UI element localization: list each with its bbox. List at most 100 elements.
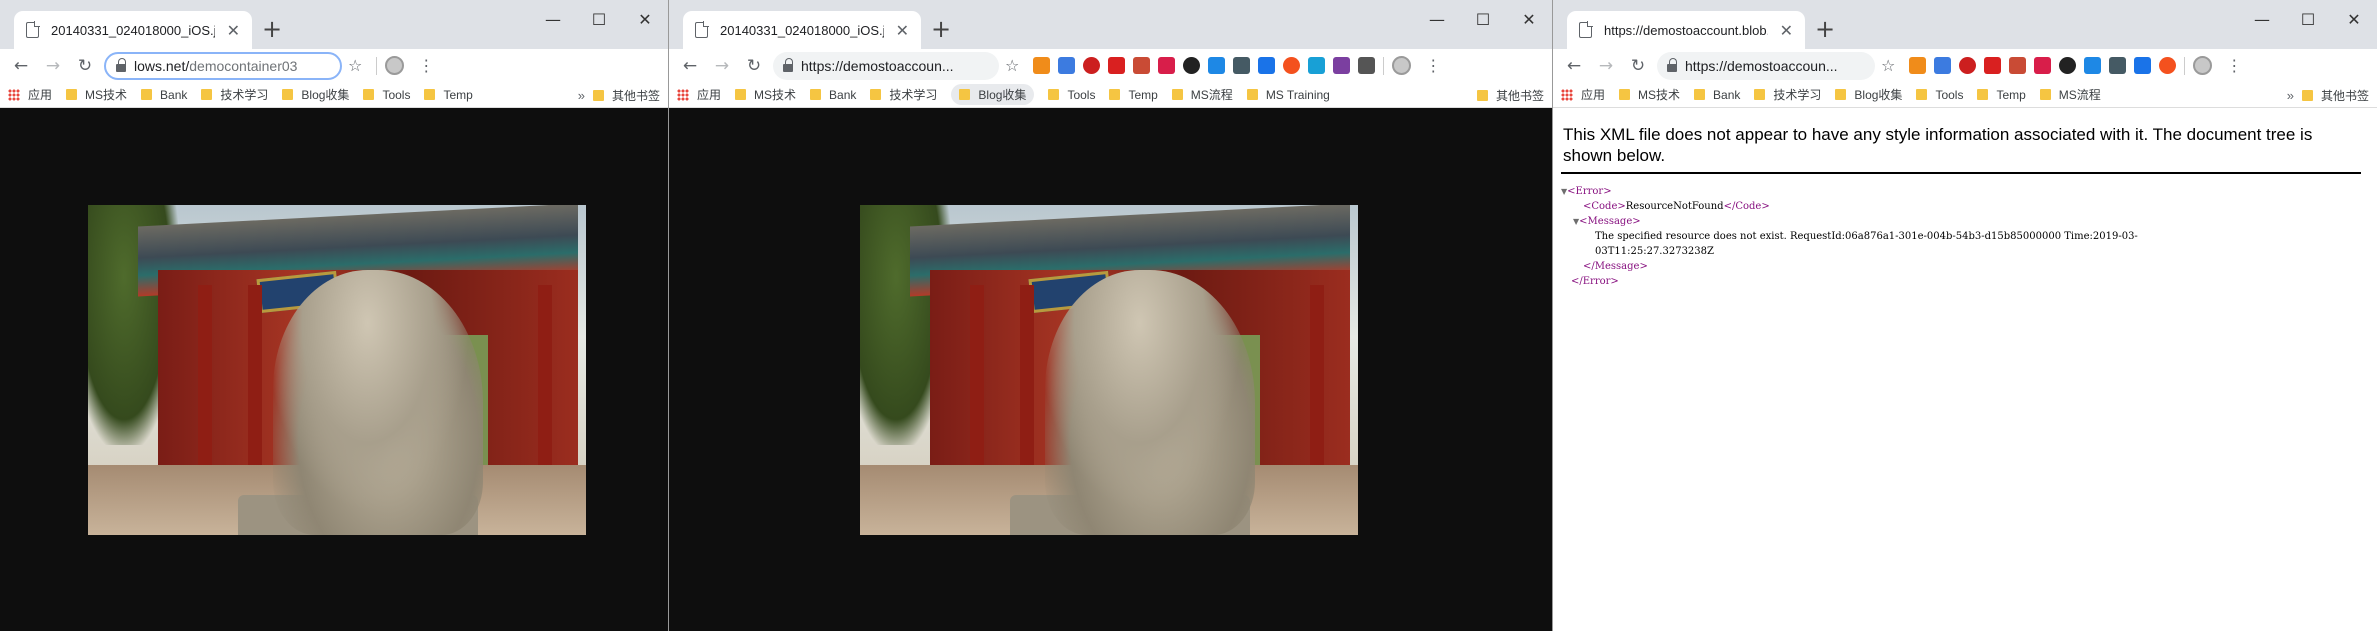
bookmark-folder[interactable]: Bank	[141, 88, 187, 102]
address-bar[interactable]: lows.net/democontainer03	[104, 51, 342, 80]
menu-icon[interactable]: ⋮	[418, 56, 434, 75]
bookmark-folder[interactable]: Tools	[1048, 88, 1095, 102]
extension-icon[interactable]	[1308, 57, 1326, 74]
bookmark-folder-hover[interactable]: Blog收集	[951, 84, 1035, 105]
close-window-button[interactable]: ✕	[2331, 0, 2377, 38]
minimize-button[interactable]: —	[530, 0, 576, 38]
more-bookmarks-button[interactable]: »	[2287, 88, 2294, 103]
extension-icon[interactable]	[2159, 57, 2177, 74]
bookmark-folder[interactable]: Bank	[1694, 88, 1740, 102]
bookmark-other[interactable]: 其他书签	[1476, 87, 1544, 104]
xml-line-message-text-cont: 03T11:25:27.3273238Z	[1595, 246, 1714, 257]
extension-icon[interactable]	[1083, 57, 1101, 74]
bookmark-folder[interactable]: Temp	[1109, 88, 1158, 102]
xml-document: This XML file does not appear to have an…	[1553, 108, 2377, 631]
tab-close-icon[interactable]: ✕	[227, 21, 240, 40]
bookmark-folder[interactable]: MS技术	[1619, 86, 1680, 103]
address-bar[interactable]: https://demostoaccoun...	[1657, 51, 1875, 80]
maximize-button[interactable]: ☐	[1460, 0, 1506, 38]
xml-line-error-open[interactable]: ▼<Error>	[1561, 184, 2369, 199]
bookmark-other[interactable]: 其他书签	[2301, 87, 2369, 104]
forward-button[interactable]: →	[40, 56, 66, 76]
extension-icon[interactable]	[1108, 57, 1126, 74]
extension-icon[interactable]	[1233, 57, 1251, 74]
new-tab-button[interactable]: +	[1815, 14, 1835, 44]
address-bar[interactable]: https://demostoaccoun...	[773, 51, 999, 80]
new-tab-button[interactable]: +	[262, 14, 282, 44]
bookmark-folder[interactable]: Blog收集	[282, 86, 349, 103]
minimize-button[interactable]: —	[1414, 0, 1460, 38]
close-window-button[interactable]: ✕	[1506, 0, 1552, 38]
extension-icon[interactable]	[2134, 57, 2152, 74]
reload-button[interactable]: ↻	[1625, 56, 1651, 76]
menu-icon[interactable]: ⋮	[1425, 56, 1441, 75]
bookmark-folder[interactable]: 技术学习	[870, 86, 937, 103]
bookmark-folder[interactable]: Blog收集	[1835, 86, 1902, 103]
bookmark-folder[interactable]: 技术学习	[201, 86, 268, 103]
bookmark-folder[interactable]: MS流程	[1171, 86, 1233, 103]
tab-close-icon[interactable]: ✕	[896, 21, 909, 40]
bookmark-apps[interactable]: 应用	[1561, 86, 1605, 103]
bookmark-folder[interactable]: Temp	[1977, 88, 2026, 102]
forward-button[interactable]: →	[709, 56, 735, 76]
tab-image[interactable]: 20140331_024018000_iOS.jpg (5 ✕	[14, 11, 252, 49]
back-button[interactable]: ←	[1561, 56, 1587, 76]
bookmark-folder[interactable]: Tools	[1916, 88, 1963, 102]
extension-icon[interactable]	[1959, 57, 1977, 74]
profile-avatar[interactable]	[2193, 56, 2213, 75]
reload-button[interactable]: ↻	[72, 56, 98, 76]
extension-icon[interactable]	[1033, 57, 1051, 74]
extension-icon[interactable]	[1333, 57, 1351, 74]
bookmark-folder[interactable]: Bank	[810, 88, 856, 102]
tab-xml[interactable]: https://demostoaccount.blob.co ✕	[1567, 11, 1805, 49]
bookmark-folder[interactable]: MS流程	[2039, 86, 2101, 103]
extension-icon[interactable]	[1934, 57, 1952, 74]
bookmark-star-icon[interactable]: ☆	[1881, 56, 1895, 75]
more-bookmarks-button[interactable]: »	[578, 88, 585, 103]
menu-icon[interactable]: ⋮	[2226, 56, 2242, 75]
lock-icon	[1667, 57, 1677, 72]
extension-icon[interactable]	[2109, 57, 2127, 74]
extension-icon[interactable]	[1984, 57, 2002, 74]
new-tab-button[interactable]: +	[931, 14, 951, 44]
bookmark-apps[interactable]: 应用	[8, 86, 52, 103]
forward-button[interactable]: →	[1593, 56, 1619, 76]
extension-icon[interactable]	[1133, 57, 1151, 74]
bookmark-folder[interactable]: MS Training	[1246, 88, 1330, 102]
profile-avatar[interactable]	[1392, 56, 1412, 75]
extension-icon[interactable]	[1283, 57, 1301, 74]
xml-tree: ▼<Error> <Code>ResourceNotFound</Code> ▼…	[1561, 184, 2369, 289]
back-button[interactable]: ←	[8, 56, 34, 76]
xml-line-message-open[interactable]: ▼<Message>	[1561, 214, 2369, 229]
extension-icon[interactable]	[1358, 57, 1376, 74]
bookmark-folder[interactable]: MS技术	[66, 86, 127, 103]
tab-image[interactable]: 20140331_024018000_iOS.jpg (5 ✕	[683, 11, 921, 49]
extension-icon[interactable]	[2059, 57, 2077, 74]
bookmark-folder[interactable]: 技术学习	[1754, 86, 1821, 103]
minimize-button[interactable]: —	[2239, 0, 2285, 38]
extension-icon[interactable]	[2084, 57, 2102, 74]
maximize-button[interactable]: ☐	[2285, 0, 2331, 38]
extensions: ⋮	[1033, 56, 1441, 75]
bookmark-folder[interactable]: Tools	[363, 88, 410, 102]
profile-avatar[interactable]	[385, 56, 405, 75]
extension-icon[interactable]	[1158, 57, 1176, 74]
close-window-button[interactable]: ✕	[622, 0, 668, 38]
bookmark-other[interactable]: 其他书签	[592, 87, 660, 104]
tab-close-icon[interactable]: ✕	[1780, 21, 1793, 40]
back-button[interactable]: ←	[677, 56, 703, 76]
bookmark-folder[interactable]: Temp	[424, 88, 473, 102]
extension-icon[interactable]	[1208, 57, 1226, 74]
extension-icon[interactable]	[2009, 57, 2027, 74]
bookmark-apps[interactable]: 应用	[677, 86, 721, 103]
extension-icon[interactable]	[1258, 57, 1276, 74]
bookmark-star-icon[interactable]: ☆	[348, 56, 362, 75]
reload-button[interactable]: ↻	[741, 56, 767, 76]
bookmark-star-icon[interactable]: ☆	[1005, 56, 1019, 75]
maximize-button[interactable]: ☐	[576, 0, 622, 38]
extension-icon[interactable]	[1058, 57, 1076, 74]
extension-icon[interactable]	[1183, 57, 1201, 74]
bookmark-folder[interactable]: MS技术	[735, 86, 796, 103]
extension-icon[interactable]	[2034, 57, 2052, 74]
extension-icon[interactable]	[1909, 57, 1927, 74]
